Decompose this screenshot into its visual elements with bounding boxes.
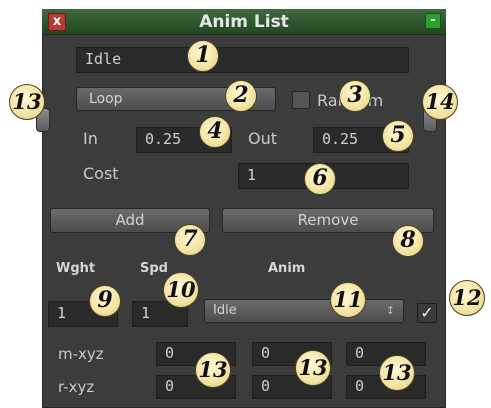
anim-select-value: Idle [213,303,237,318]
minimize-button[interactable]: - [425,13,441,29]
callout-badge: 5 [382,120,414,152]
updown-arrows-icon: ↕ [385,304,395,317]
loop-mode-value: Loop [89,91,123,107]
callout-badge: 13 [295,350,331,386]
m-xyz-label: m-xyz [58,345,104,363]
speed-header: Spd [140,261,168,276]
anim-select-dropdown[interactable]: Idle ↕ [204,299,404,323]
out-label: Out [248,129,278,148]
random-checkbox[interactable] [292,91,310,109]
callout-badge: 7 [174,224,206,256]
r-xyz-label: r-xyz [58,378,95,396]
callout-badge: 4 [199,116,231,148]
callout-badge: 1 [187,40,219,72]
callout-badge: 13 [195,352,231,388]
anim-header: Anim [268,261,306,276]
callout-badge: 13 [9,84,45,120]
row-enabled-checkbox[interactable]: ✓ [417,303,437,323]
callout-badge: 2 [225,80,257,112]
callout-badge: 6 [304,163,336,195]
anim-name-input[interactable]: Idle [76,47,409,73]
check-icon: ✓ [420,303,434,322]
window-title: Anim List [199,12,289,32]
callout-badge: 3 [339,80,371,112]
weight-header: Wght [56,261,96,276]
callout-badge: 10 [163,272,199,308]
callout-badge: 8 [392,225,424,257]
in-label: In [83,129,98,148]
callout-badge: 9 [89,285,121,317]
callout-badge: 14 [422,84,458,120]
close-button[interactable]: x [48,13,66,31]
callout-badge: 11 [330,282,366,318]
callout-badge: 12 [449,280,485,316]
cost-label: Cost [83,164,119,183]
callout-badge: 13 [379,355,415,391]
